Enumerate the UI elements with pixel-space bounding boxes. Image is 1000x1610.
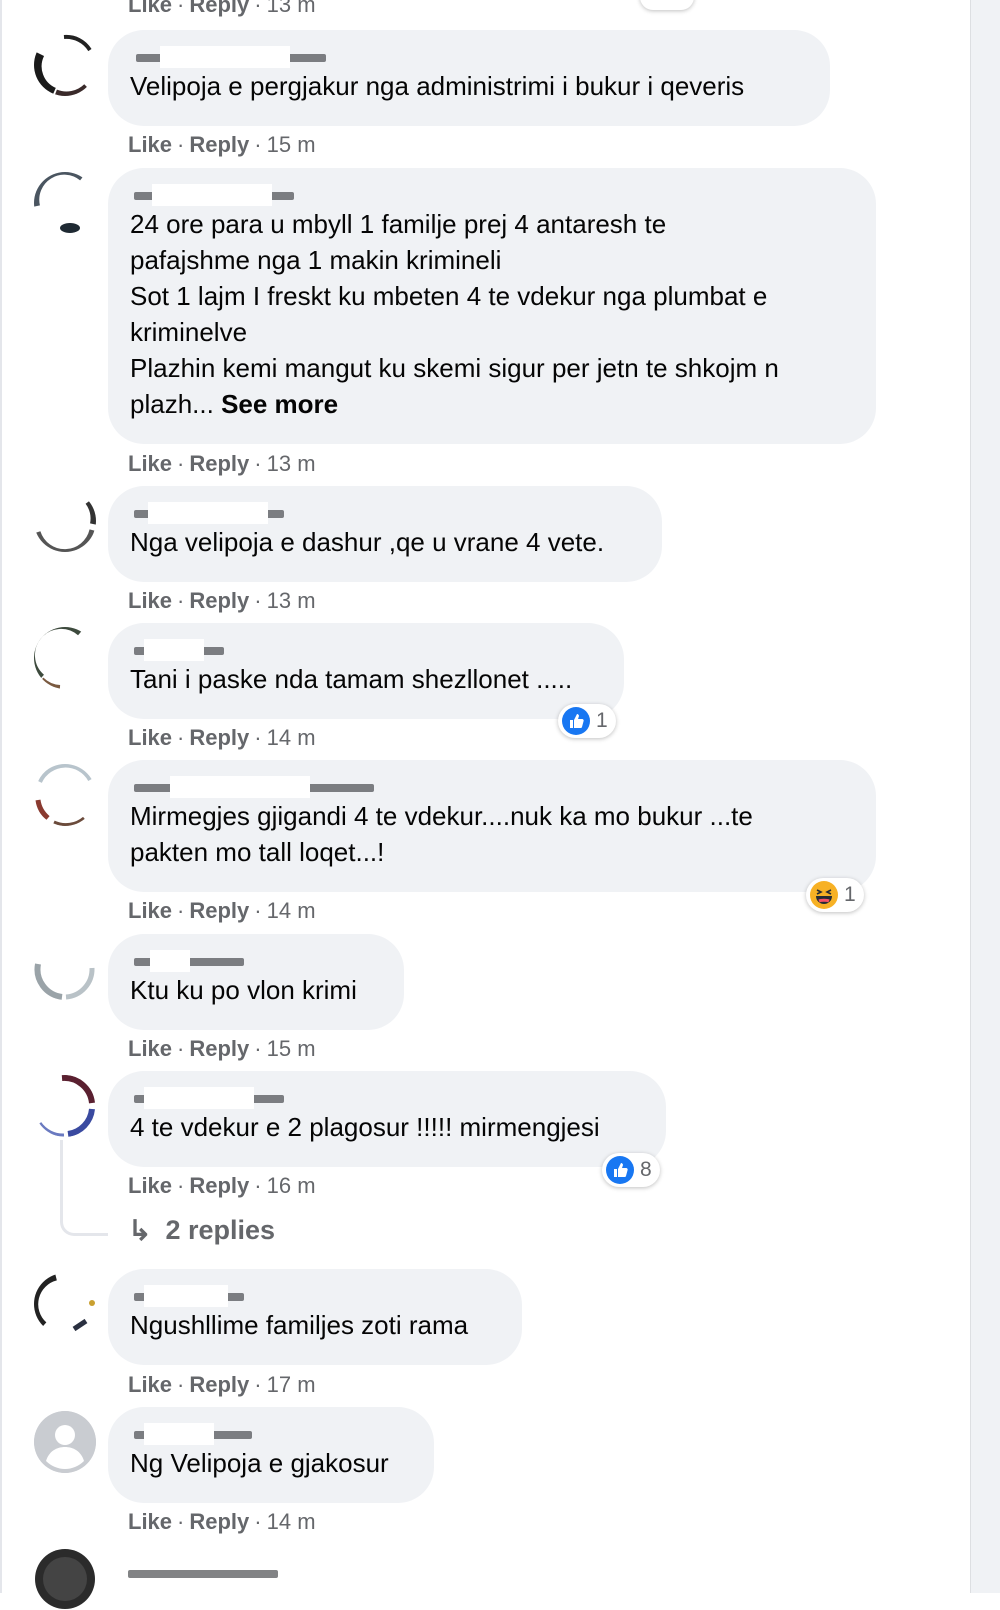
comment-bubble: Ngushllime familjes zoti rama (108, 1269, 522, 1365)
like-link[interactable]: Like (128, 1036, 172, 1061)
avatar[interactable] (34, 34, 96, 96)
reply-link[interactable]: Reply (189, 1372, 249, 1397)
comment-time[interactable]: 13 m (267, 0, 316, 17)
comment-bubble: Ktu ku po vlon krimi (108, 934, 404, 1030)
comment-bubble: Ng Velipoja e gjakosur (108, 1407, 434, 1503)
comment-time[interactable]: 14 m (267, 898, 316, 923)
comments-page: Like · Reply · 13 m Velipoja e pergjakur nga… (0, 0, 1000, 1610)
author-name-redacted[interactable] (130, 184, 854, 206)
comment-time[interactable]: 15 m (267, 132, 316, 157)
comment-actions: Like · Reply · 14 m (128, 898, 316, 923)
author-name-redacted[interactable] (128, 1562, 288, 1584)
reply-link[interactable]: Reply (189, 1036, 249, 1061)
comment-text: Nga velipoja e dashur ,qe u vrane 4 vete… (130, 527, 605, 557)
comment-bubble: Mirmegjes gjigandi 4 te vdekur....nuk ka… (108, 760, 876, 892)
like-link[interactable]: Like (128, 588, 172, 613)
like-link[interactable]: Like (128, 132, 172, 157)
author-name-redacted[interactable] (130, 1087, 644, 1109)
author-name-redacted[interactable] (130, 1423, 412, 1445)
reply-link[interactable]: Reply (189, 725, 249, 750)
comment-actions: Like · Reply · 14 m (128, 1509, 316, 1534)
author-name-redacted[interactable] (130, 950, 382, 972)
comment-time[interactable]: 17 m (267, 1372, 316, 1397)
view-replies-link[interactable]: ↳ 2 replies (128, 1214, 275, 1247)
reaction-count: 1 (596, 709, 608, 732)
comment-actions: Like · Reply · 13 m (128, 451, 316, 476)
avatar[interactable] (34, 938, 96, 1000)
like-icon (606, 1156, 634, 1184)
like-link[interactable]: Like (128, 1509, 172, 1534)
comment-time[interactable]: 16 m (267, 1173, 316, 1198)
comment-bubble: Nga velipoja e dashur ,qe u vrane 4 vete… (108, 486, 662, 582)
comment-time[interactable]: 14 m (267, 1509, 316, 1534)
reply-arrow-icon: ↳ (128, 1215, 152, 1246)
comment-text: 4 te vdekur e 2 plagosur !!!!! mirmengje… (130, 1112, 600, 1142)
comment-time[interactable]: 13 m (267, 451, 316, 476)
thread-connector (60, 1140, 108, 1236)
reply-link[interactable]: Reply (189, 0, 249, 17)
comment-text: Ktu ku po vlon krimi (130, 975, 357, 1005)
avatar[interactable] (34, 1273, 96, 1335)
author-name-redacted[interactable] (130, 46, 808, 68)
comment-time[interactable]: 15 m (267, 1036, 316, 1061)
comment-actions: Like · Reply · 14 m (128, 725, 316, 750)
author-name-redacted[interactable] (130, 639, 602, 661)
reaction-badge[interactable]: 1 (806, 878, 864, 912)
like-link[interactable]: Like (128, 1372, 172, 1397)
reaction-count: 8 (640, 1158, 652, 1181)
comment-text: Mirmegjes gjigandi 4 te vdekur....nuk ka… (130, 801, 753, 867)
reaction-badge-partial[interactable] (640, 0, 694, 10)
comment-actions: Like · Reply · 17 m (128, 1372, 316, 1397)
avatar[interactable] (34, 172, 96, 234)
comment-actions: Like · Reply · 15 m (128, 132, 316, 157)
comment-actions: Like · Reply · 13 m (128, 0, 316, 18)
avatar[interactable] (34, 1548, 96, 1610)
comment-body: 24 ore para u mbyll 1 familje prej 4 ant… (130, 209, 779, 419)
comment-bubble: 4 te vdekur e 2 plagosur !!!!! mirmengje… (108, 1071, 666, 1167)
avatar[interactable] (34, 764, 96, 826)
reaction-badge[interactable]: 1 (558, 704, 616, 738)
comment-text: Ng Velipoja e gjakosur (130, 1448, 389, 1478)
avatar[interactable] (34, 1075, 96, 1137)
reply-link[interactable]: Reply (189, 588, 249, 613)
like-link[interactable]: Like (128, 0, 172, 17)
avatar[interactable] (34, 627, 96, 689)
like-link[interactable]: Like (128, 898, 172, 923)
reaction-count: 1 (844, 883, 856, 906)
reply-link[interactable]: Reply (189, 898, 249, 923)
comment-actions: Like · Reply · 15 m (128, 1036, 316, 1061)
comment-actions: Like · Reply · 16 m (128, 1173, 316, 1198)
author-name-redacted[interactable] (130, 776, 854, 798)
comment-text: Tani i paske nda tamam shezllonet ..... (130, 664, 573, 694)
reply-link[interactable]: Reply (189, 1509, 249, 1534)
reply-link[interactable]: Reply (189, 132, 249, 157)
avatar[interactable] (34, 490, 96, 552)
scrollbar-track[interactable] (970, 0, 1000, 1593)
see-more-link[interactable]: See more (221, 389, 338, 419)
reply-link[interactable]: Reply (189, 451, 249, 476)
comment-text: 24 ore para u mbyll 1 familje prej 4 ant… (130, 206, 854, 422)
like-icon (562, 707, 590, 735)
author-name-redacted[interactable] (130, 502, 640, 524)
replies-count-label: 2 replies (165, 1215, 276, 1245)
comment-text: Velipoja e pergjakur nga administrimi i … (130, 71, 745, 101)
comment-time[interactable]: 14 m (267, 725, 316, 750)
author-name-redacted[interactable] (130, 1285, 500, 1307)
reply-link[interactable]: Reply (189, 1173, 249, 1198)
panel-border (0, 0, 2, 1593)
comment-bubble: 24 ore para u mbyll 1 familje prej 4 ant… (108, 168, 876, 444)
like-link[interactable]: Like (128, 1173, 172, 1198)
comment-actions: Like · Reply · 13 m (128, 588, 316, 613)
haha-icon (810, 881, 838, 909)
avatar-placeholder-icon[interactable] (34, 1411, 96, 1473)
comment-bubble: Tani i paske nda tamam shezllonet ..... (108, 623, 624, 719)
comment-text: Ngushllime familjes zoti rama (130, 1310, 469, 1340)
reaction-badge[interactable]: 8 (602, 1153, 660, 1187)
comment-bubble: Velipoja e pergjakur nga administrimi i … (108, 30, 830, 126)
like-link[interactable]: Like (128, 451, 172, 476)
comment-time[interactable]: 13 m (267, 588, 316, 613)
like-link[interactable]: Like (128, 725, 172, 750)
